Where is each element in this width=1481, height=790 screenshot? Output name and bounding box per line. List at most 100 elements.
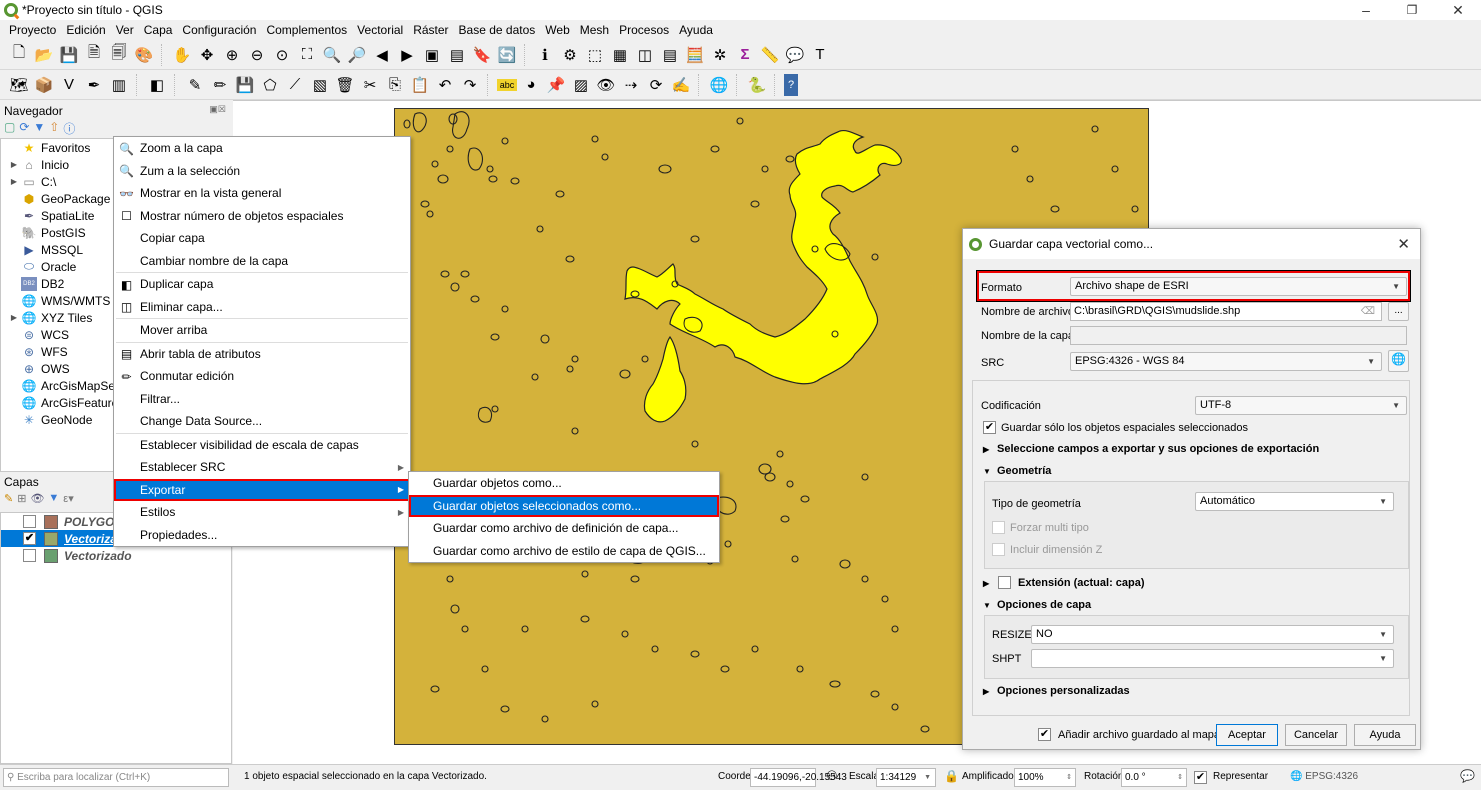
map-polygon[interactable]: [426, 210, 434, 218]
map-polygon[interactable]: [829, 680, 841, 688]
style-layer-icon[interactable]: ✎: [4, 492, 13, 505]
map-polygon[interactable]: [630, 575, 640, 583]
menu-mesh[interactable]: Mesh: [575, 23, 614, 37]
context-menu-item[interactable]: Change Data Source...: [114, 410, 410, 433]
map-polygon[interactable]: [448, 113, 458, 125]
selected-feature-mudslide[interactable]: [624, 129, 902, 423]
context-menu-item[interactable]: ☐ Mostrar número de objetos espaciales: [114, 205, 410, 228]
zoom-out-icon[interactable]: ⊖: [246, 44, 268, 66]
zoom-native-icon[interactable]: ⊙: [271, 44, 293, 66]
map-polygon[interactable]: [580, 615, 590, 623]
context-menu-item[interactable]: Exportar ▶: [114, 478, 410, 501]
filename-input[interactable]: C:\brasil\GRD\QGIS\mudslide.shp ⌫: [1070, 302, 1382, 321]
layer-visibility-checkbox[interactable]: ✔: [23, 532, 36, 545]
context-menu-item[interactable]: Establecer visibilidad de escala de capa…: [114, 434, 410, 457]
diagram-icon[interactable]: ◕: [520, 74, 542, 96]
map-polygon[interactable]: [501, 137, 509, 145]
zoom-next-icon[interactable]: ▶: [396, 44, 418, 66]
map-polygon[interactable]: [488, 175, 498, 183]
map-polygon[interactable]: [490, 333, 500, 341]
menu-ayuda[interactable]: Ayuda: [674, 23, 718, 37]
map-polygon[interactable]: [861, 575, 869, 583]
style-manager-icon[interactable]: 🎨: [133, 44, 155, 66]
layer-visibility-checkbox[interactable]: [23, 549, 36, 562]
context-menu-item[interactable]: Estilos ▶: [114, 501, 410, 524]
python-console-icon[interactable]: 🐍: [746, 74, 768, 96]
map-polygon[interactable]: [581, 570, 589, 578]
menu-web[interactable]: Web: [540, 23, 574, 37]
lock-scale-icon[interactable]: 🔒: [944, 769, 959, 783]
map-polygon[interactable]: [1111, 165, 1119, 173]
map-polygon[interactable]: [536, 225, 544, 233]
map-polygon[interactable]: [891, 703, 899, 711]
map-polygon[interactable]: [690, 235, 700, 243]
menu-edición[interactable]: Edición: [61, 23, 110, 37]
map-polygon[interactable]: [566, 365, 574, 373]
layer-symbol-swatch[interactable]: [44, 531, 58, 546]
context-menu-item[interactable]: Copiar capa: [114, 227, 410, 250]
context-menu-item[interactable]: ▤ Abrir tabla de atributos: [114, 343, 410, 366]
map-polygon[interactable]: [450, 604, 460, 614]
map-polygon[interactable]: [736, 117, 744, 125]
map-polygon[interactable]: [481, 665, 489, 673]
text-annotation-icon[interactable]: T: [809, 44, 831, 66]
panel-float-close-icons[interactable]: ▣☒: [209, 104, 226, 115]
layer-options-section-toggle[interactable]: ▼ Opciones de capa: [983, 599, 1091, 611]
map-polygon[interactable]: [412, 112, 427, 133]
context-menu-item[interactable]: Filtrar...: [114, 388, 410, 411]
map-polygon[interactable]: [452, 111, 470, 139]
deselect-icon[interactable]: ◫: [634, 44, 656, 66]
help-icon[interactable]: ?: [784, 73, 798, 96]
add-virtual-layer-icon[interactable]: ◧: [146, 74, 168, 96]
new-shapefile-icon[interactable]: V: [58, 74, 80, 96]
menu-vectorial[interactable]: Vectorial: [352, 23, 408, 37]
crs-select[interactable]: EPSG:4326 - WGS 84 ▼: [1070, 352, 1382, 371]
filter-legend-icon[interactable]: ▼: [48, 492, 59, 505]
digitize-icon[interactable]: ⬠: [259, 74, 281, 96]
expand-arrow-icon[interactable]: ▶: [7, 313, 21, 322]
pan-to-selection-icon[interactable]: ✥: [196, 44, 218, 66]
layer-item[interactable]: Vectorizado: [1, 547, 231, 564]
context-menu-item[interactable]: Cambiar nombre de la capa: [114, 250, 410, 273]
layer-visibility-checkbox[interactable]: [23, 515, 36, 528]
map-polygon[interactable]: [651, 645, 659, 653]
map-polygon[interactable]: [510, 177, 520, 185]
map-polygon[interactable]: [881, 595, 889, 603]
attribute-table-icon[interactable]: ▤: [659, 44, 681, 66]
map-polygon[interactable]: [440, 270, 450, 278]
map-polygon[interactable]: [796, 665, 804, 673]
close-window-button[interactable]: ✕: [1435, 0, 1481, 20]
select-crs-button[interactable]: 🌐: [1388, 350, 1409, 372]
zoom-to-selection-icon[interactable]: 🔍: [321, 44, 343, 66]
map-polygon[interactable]: [460, 270, 470, 278]
bookmark-icon[interactable]: 🔖: [471, 44, 493, 66]
change-label-icon[interactable]: ✍: [670, 74, 692, 96]
map-polygon[interactable]: [1131, 205, 1139, 213]
toggle-editing-icon[interactable]: ✏: [209, 74, 231, 96]
map-polygon[interactable]: [1026, 175, 1034, 183]
context-menu-item[interactable]: Mover arriba: [114, 319, 410, 342]
manage-visibility-icon[interactable]: 👁: [30, 492, 44, 505]
map-polygon[interactable]: [1011, 145, 1019, 153]
move-label-icon[interactable]: ⇢: [620, 74, 642, 96]
scale-select[interactable]: 1:34129 ▼: [876, 768, 936, 787]
zoom-last-icon[interactable]: ◀: [371, 44, 393, 66]
plugin-web-icon[interactable]: 🌐: [708, 74, 730, 96]
dialog-close-button[interactable]: ✕: [1397, 235, 1410, 253]
add-to-map-checkbox[interactable]: ✔: [1038, 728, 1051, 741]
map-polygon[interactable]: [403, 119, 411, 129]
layer-symbol-swatch[interactable]: [44, 514, 58, 529]
copy-features-icon[interactable]: ⎘: [384, 74, 406, 96]
browse-file-button[interactable]: ...: [1388, 302, 1409, 321]
map-polygon[interactable]: [761, 165, 769, 173]
new-print-layout-icon[interactable]: 🗎: [83, 44, 105, 66]
cut-features-icon[interactable]: ✂: [359, 74, 381, 96]
rotation-spinbox[interactable]: 0.0 ° ⇕: [1121, 768, 1187, 787]
map-polygon[interactable]: [491, 405, 499, 413]
map-polygon[interactable]: [786, 480, 794, 488]
zoom-to-layer-icon[interactable]: 🔎: [346, 44, 368, 66]
extent-checkbox[interactable]: [998, 576, 1011, 589]
map-polygon[interactable]: [870, 690, 880, 698]
expand-arrow-icon[interactable]: ▶: [7, 160, 21, 169]
magnifier-spinbox[interactable]: 100% ⇕: [1014, 768, 1076, 787]
